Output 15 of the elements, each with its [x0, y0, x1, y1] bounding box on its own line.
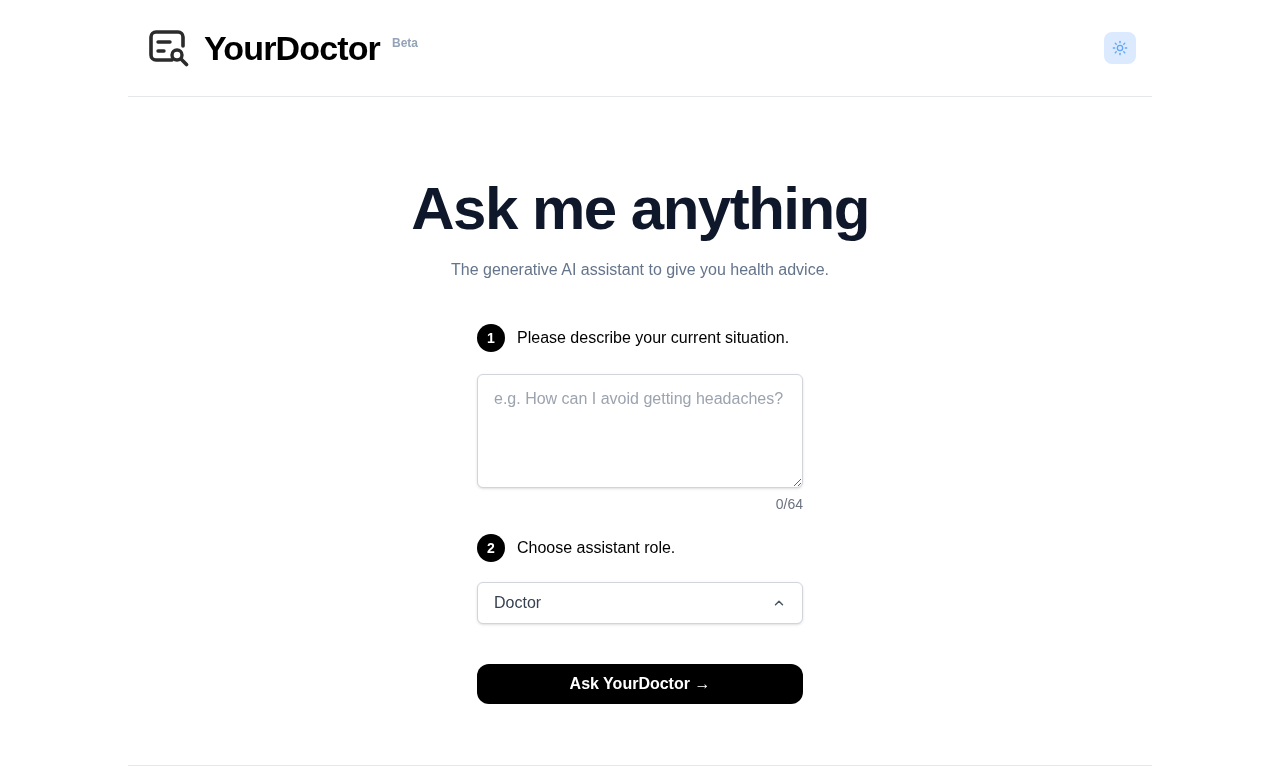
- ask-button[interactable]: Ask YourDoctor →: [477, 664, 803, 704]
- sun-icon: [1112, 40, 1128, 56]
- theme-toggle-button[interactable]: [1104, 32, 1136, 64]
- page-subtitle: The generative AI assistant to give you health advice.: [451, 260, 829, 280]
- beta-label: Beta: [392, 35, 418, 51]
- character-counter: 0/64: [775, 495, 803, 514]
- step-number: 2: [477, 534, 505, 562]
- role-select[interactable]: Doctor: [477, 582, 803, 624]
- step-label: Please describe your current situation.: [517, 328, 790, 348]
- step-label: Choose assistant role.: [517, 538, 676, 558]
- page-heading: Ask me anything: [411, 179, 869, 239]
- brand-name: YourDoctor: [204, 27, 380, 69]
- step-number: 1: [477, 324, 505, 352]
- logo-icon: [148, 29, 190, 67]
- situation-textarea[interactable]: e.g. How can I avoid getting headaches?: [477, 374, 803, 488]
